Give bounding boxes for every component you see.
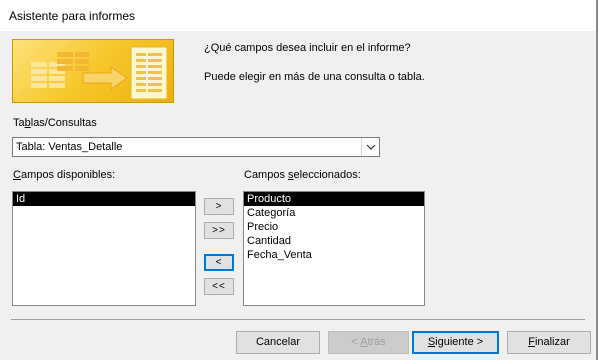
remove-all-button[interactable]: << xyxy=(204,278,234,295)
available-fields-list[interactable]: Id xyxy=(12,191,196,306)
available-fields-label: Campos disponibles: xyxy=(13,169,116,181)
cancel-button[interactable]: Cancelar xyxy=(236,331,320,354)
tables-combobox[interactable]: Tabla: Ventas_Detalle xyxy=(12,137,380,157)
footer-divider xyxy=(11,319,585,320)
title-bar: Asistente para informes xyxy=(0,0,598,31)
list-item[interactable]: Producto xyxy=(244,192,424,206)
intro-help: Puede elegir en más de una consulta o ta… xyxy=(204,71,425,83)
selected-fields-label: Campos seleccionados: xyxy=(244,169,361,181)
window-title: Asistente para informes xyxy=(9,9,136,23)
tables-label: Tablas/Consultas xyxy=(13,117,97,129)
finish-button[interactable]: Finalizar xyxy=(507,331,591,354)
list-item[interactable]: Cantidad xyxy=(244,234,424,248)
chevron-down-icon[interactable] xyxy=(361,138,379,156)
wizard-banner-image xyxy=(12,39,174,103)
selected-fields-list[interactable]: Producto Categoría Precio Cantidad Fecha… xyxy=(243,191,425,306)
back-button[interactable]: < Atrás xyxy=(328,331,409,354)
remove-one-button[interactable]: < xyxy=(204,254,234,271)
add-one-button[interactable]: > xyxy=(204,198,234,215)
add-all-button[interactable]: >> xyxy=(204,222,234,239)
list-item[interactable]: Precio xyxy=(244,220,424,234)
intro-question: ¿Qué campos desea incluir en el informe? xyxy=(204,42,411,54)
next-button[interactable]: Siguiente > xyxy=(412,331,499,354)
list-item[interactable]: Categoría xyxy=(244,206,424,220)
list-item[interactable]: Fecha_Venta xyxy=(244,248,424,262)
tables-combobox-value: Tabla: Ventas_Detalle xyxy=(16,141,123,153)
list-item[interactable]: Id xyxy=(13,192,195,206)
